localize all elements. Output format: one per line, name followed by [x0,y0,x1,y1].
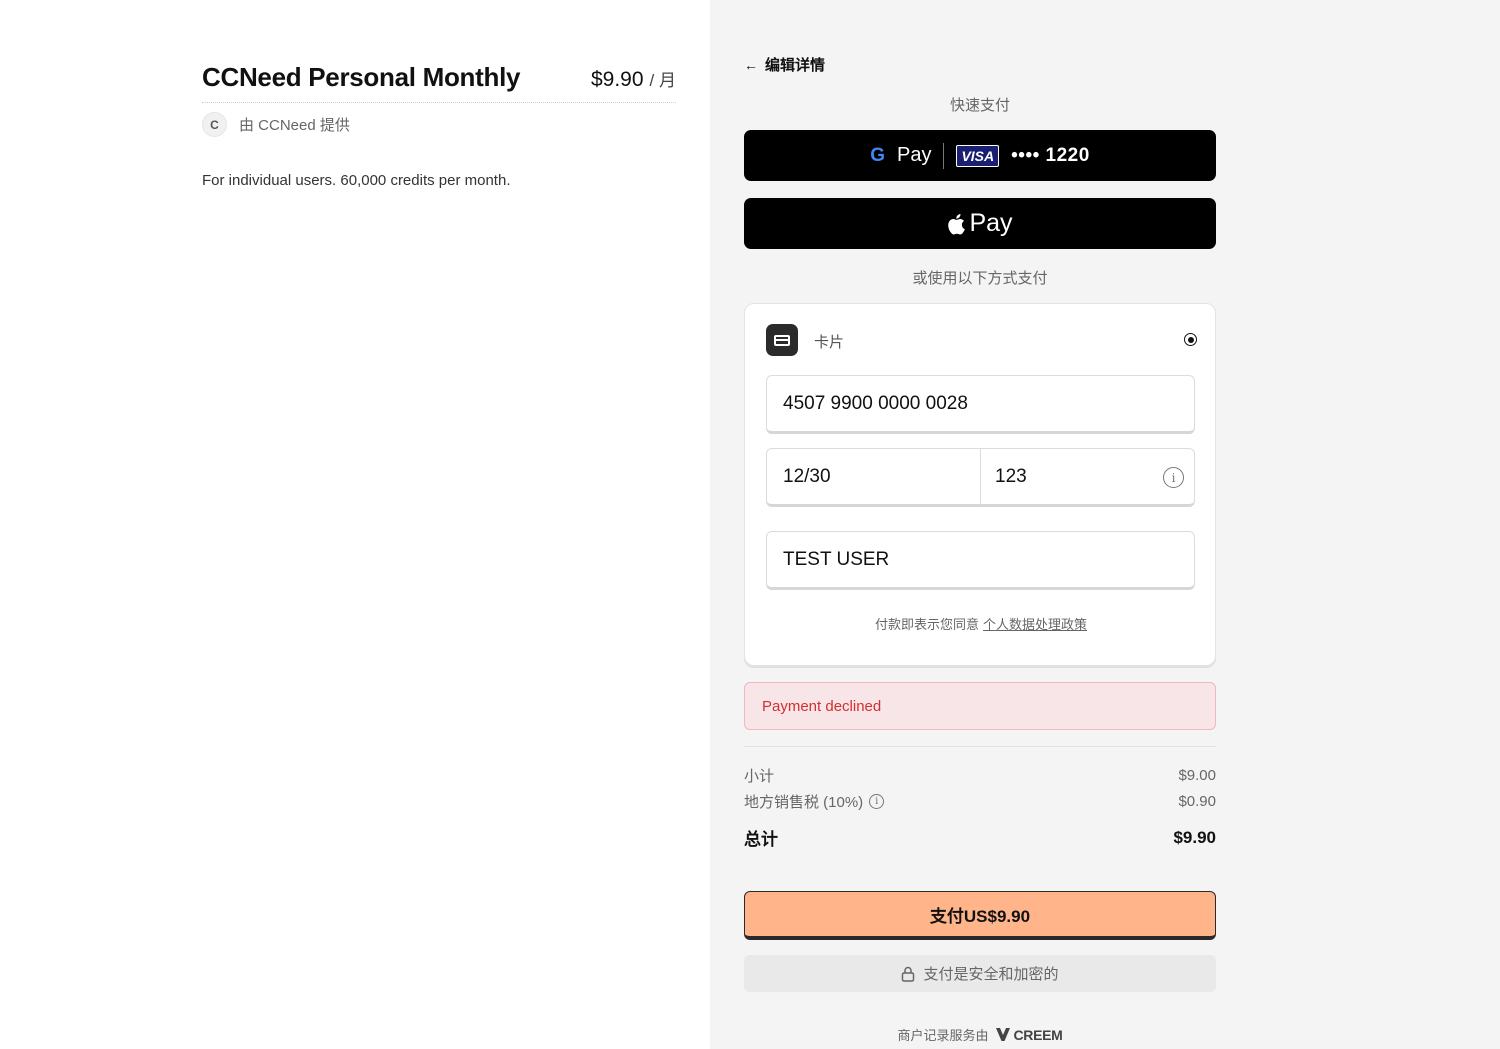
apple-pay-button[interactable]: Pay [744,198,1216,249]
product-title: CCNeed Personal Monthly [202,62,521,92]
creem-logo: CREEM [996,1026,1063,1043]
consent-text: 付款即表示您同意 个人数据处理政策 [745,614,1217,633]
quick-pay-label: 快速支付 [949,97,1010,114]
total-row: 总计 $9.90 [744,825,1216,850]
price-period: / 月 [649,71,676,90]
tax-value: $0.90 [1178,793,1216,810]
seller-text: 由 CCNeed 提供 [239,117,350,134]
card-method-radio[interactable] [1184,333,1197,346]
summary-divider [744,746,1216,747]
apple-icon [948,213,966,234]
card-icon [766,324,798,356]
saved-card-number: •••• 1220 [1011,144,1090,166]
back-arrow-icon: ← [744,56,758,73]
expiry-field[interactable]: 12/30 [766,448,981,507]
product-description: For individual users. 60,000 credits per… [202,172,511,189]
privacy-policy-link[interactable]: 个人数据处理政策 [983,617,1087,632]
apple-pay-word: Pay [969,209,1013,237]
or-pay-with-label: 或使用以下方式支付 [912,270,1048,287]
footer-text: 商户记录服务由 [897,1028,989,1043]
consent-prefix: 付款即表示您同意 [874,617,979,632]
product-panel: CCNeed Personal Monthly $9.90 / 月 C 由 CC… [0,0,710,1049]
price-amount: $9.90 [590,68,644,91]
google-g-icon: G [870,144,885,166]
tax-label: 地方销售税 (10%) [744,794,864,811]
secure-text: 支付是安全和加密的 [923,966,1059,983]
total-label: 总计 [744,830,778,849]
cardholder-name-field[interactable]: TEST USER [766,531,1195,590]
lock-icon [902,966,915,982]
card-payment-box: 卡片 4507 9900 0000 0028 12/30 123 i TEST … [744,303,1216,666]
gpay-divider [943,142,945,169]
title-divider [202,102,676,103]
subtotal-label: 小计 [744,768,775,785]
subtotal-value: $9.00 [1178,767,1216,784]
creem-brand: CREEM [1013,1026,1063,1043]
card-method-label: 卡片 [814,334,845,351]
google-pay-button[interactable]: G Pay VISA •••• 1220 [744,130,1216,181]
payment-error-alert: Payment declined [744,682,1216,730]
tax-row: 地方销售税 (10%) i $0.90 [744,791,1216,812]
cvc-value: 123 [995,465,1027,487]
edit-details-label: 编辑详情 [765,57,826,74]
visa-icon: VISA [956,144,1000,167]
seller-avatar: C [202,112,227,137]
creem-logo-icon [996,1028,1011,1041]
tax-label-group: 地方销售税 (10%) i [744,791,885,812]
cvc-field[interactable]: 123 i [980,448,1195,507]
subtotal-row: 小计 $9.00 [744,765,1216,786]
merchant-footer: 商户记录服务由 CREEM [744,1025,1216,1044]
seller-info: C 由 CCNeed 提供 [202,112,350,137]
pay-button[interactable]: 支付US$9.90 [744,891,1216,940]
product-price: $9.90 / 月 [591,66,676,92]
edit-details-link[interactable]: ← 编辑详情 [744,54,825,75]
card-number-field[interactable]: 4507 9900 0000 0028 [766,375,1195,434]
total-value: $9.90 [1173,827,1216,847]
secure-notice: 支付是安全和加密的 [744,955,1216,992]
tax-info-icon[interactable]: i [869,794,885,809]
cvc-info-icon[interactable]: i [1163,467,1184,488]
google-pay-word: Pay [896,144,932,166]
checkout-panel: ← 编辑详情 快速支付 G Pay VISA •••• 1220 Pay 或使用… [710,0,1500,1049]
